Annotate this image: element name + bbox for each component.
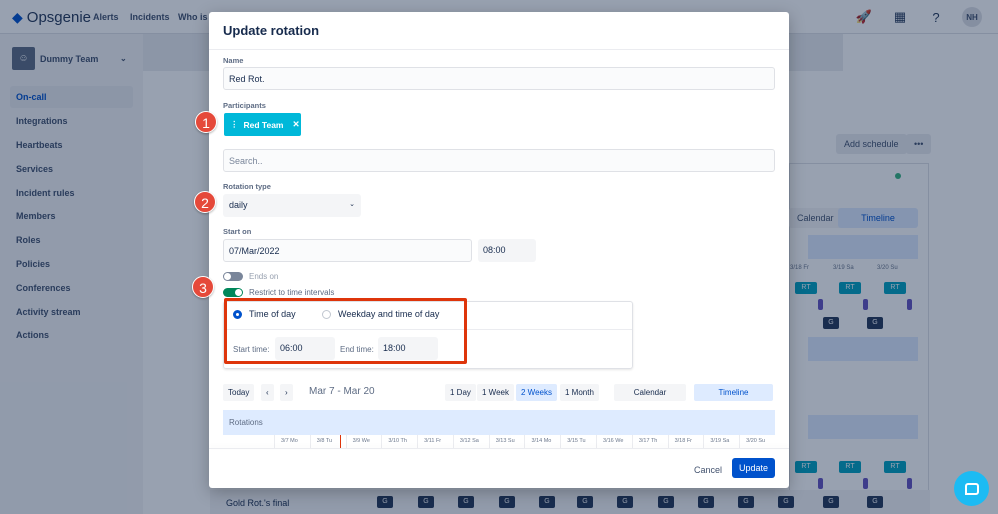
rotation-type-select[interactable]: daily ⌄ bbox=[223, 194, 361, 217]
update-button[interactable]: Update bbox=[732, 458, 775, 478]
participants-label: Participants bbox=[223, 101, 266, 110]
date-label: 3/12 Sa bbox=[452, 435, 489, 448]
date-label: 3/19 Sa bbox=[703, 435, 739, 448]
date-label: 3/9 We bbox=[345, 435, 382, 448]
prev-button[interactable]: ‹ bbox=[261, 384, 274, 401]
date-label: 3/15 Tu bbox=[560, 435, 596, 448]
rotation-type-value: daily bbox=[229, 200, 248, 210]
participant-chip-red-team[interactable]: ⋮ Red Team ✕ bbox=[224, 113, 301, 136]
participant-name: Red Team bbox=[243, 119, 284, 130]
start-time-input[interactable]: 08:00 bbox=[478, 239, 536, 262]
today-button[interactable]: Today bbox=[223, 384, 255, 401]
restrict-intervals-label: Restrict to time intervals bbox=[249, 288, 335, 297]
view-timeline[interactable]: Timeline bbox=[694, 384, 773, 401]
highlight-box bbox=[224, 298, 467, 364]
date-label: 3/20 Su bbox=[739, 435, 775, 448]
rotations-header: Rotations bbox=[223, 410, 775, 435]
annotation-badge-2: 2 bbox=[194, 191, 216, 213]
chat-launcher-button[interactable] bbox=[954, 471, 989, 506]
start-date-input[interactable]: 07/Mar/2022 bbox=[223, 239, 472, 262]
start-on-label: Start on bbox=[223, 227, 252, 236]
date-label: 3/16 We bbox=[596, 435, 632, 448]
rotation-type-label: Rotation type bbox=[223, 182, 271, 191]
date-range: Mar 7 - Mar 20 bbox=[309, 386, 375, 397]
participant-search-input[interactable]: Search.. bbox=[223, 149, 775, 172]
range-1-week[interactable]: 1 Week bbox=[477, 384, 514, 401]
timeline-dates: 3/7 Mo 3/8 Tu 3/9 We 3/10 Th 3/11 Fr 3/1… bbox=[223, 435, 775, 448]
name-label: Name bbox=[223, 56, 244, 65]
remove-icon[interactable]: ✕ bbox=[293, 119, 300, 130]
annotation-badge-1: 1 bbox=[195, 111, 217, 133]
restrict-intervals-toggle[interactable] bbox=[223, 288, 243, 297]
range-1-month[interactable]: 1 Month bbox=[560, 384, 599, 401]
update-rotation-dialog: Update rotation Name Red Rot. Participan… bbox=[209, 12, 789, 488]
cancel-button[interactable]: Cancel bbox=[688, 462, 728, 478]
ends-on-label: Ends on bbox=[249, 272, 279, 281]
date-label: 3/13 Su bbox=[488, 435, 525, 448]
date-label: 3/10 Th bbox=[381, 435, 417, 448]
chat-icon bbox=[964, 482, 979, 495]
view-calendar[interactable]: Calendar bbox=[614, 384, 686, 401]
date-label: 3/18 Fr bbox=[667, 435, 704, 448]
drag-handle-icon[interactable]: ⋮ bbox=[230, 119, 239, 130]
chevron-down-icon: ⌄ bbox=[349, 201, 355, 208]
ends-on-toggle[interactable] bbox=[223, 272, 243, 281]
date-label: 3/17 Th bbox=[631, 435, 668, 448]
dialog-title: Update rotation bbox=[223, 23, 320, 38]
date-label: 3/11 Fr bbox=[417, 435, 453, 448]
annotation-badge-3: 3 bbox=[192, 276, 214, 298]
date-label: 3/14 Mo bbox=[524, 435, 560, 448]
name-input[interactable]: Red Rot. bbox=[223, 67, 775, 90]
current-time-marker bbox=[340, 435, 341, 448]
range-2-weeks[interactable]: 2 Weeks bbox=[516, 384, 557, 401]
next-button[interactable]: › bbox=[280, 384, 293, 401]
range-1-day[interactable]: 1 Day bbox=[445, 384, 476, 401]
date-label: 3/7 Mo bbox=[274, 435, 310, 448]
